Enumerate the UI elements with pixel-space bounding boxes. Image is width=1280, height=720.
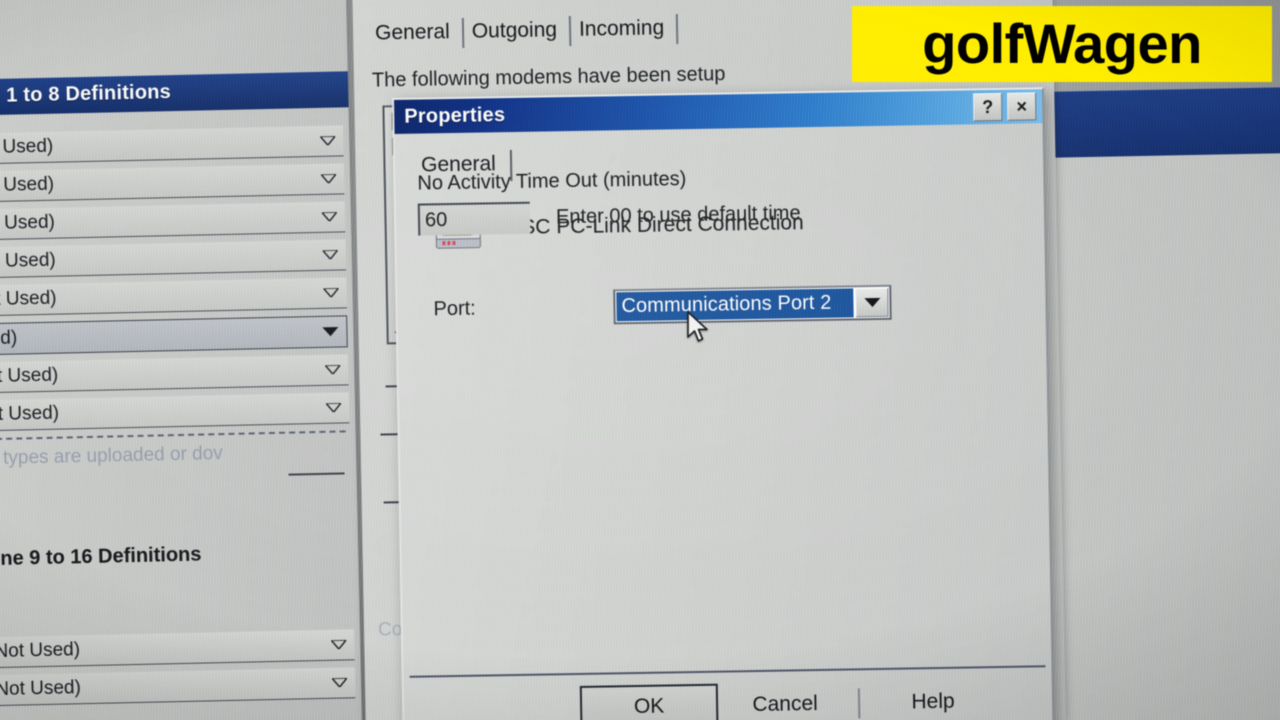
faded-com-label: Co <box>377 619 403 641</box>
chevron-down-icon[interactable] <box>855 287 889 318</box>
port-label: Port: <box>433 297 476 321</box>
chevron-down-icon[interactable] <box>325 364 341 375</box>
definition-row[interactable]: (Not Used) <box>0 201 346 241</box>
definition-label: (Not Used) <box>0 135 54 159</box>
help-button[interactable]: ? <box>973 92 1003 122</box>
chevron-down-icon[interactable] <box>322 327 339 337</box>
timeout-value: 60 <box>424 208 448 231</box>
chevron-down-icon[interactable] <box>332 677 348 688</box>
button-divider <box>857 688 861 719</box>
titlebar-buttons: ? × <box>973 92 1037 122</box>
chevron-down-icon[interactable] <box>331 639 347 650</box>
port-row: Port: Communications Port 2 <box>419 283 1023 328</box>
definition-row[interactable]: e (Not Used) <box>0 667 356 707</box>
dialog-body: DSC PC-Link Direct Connection Port: Comm… <box>396 168 1046 328</box>
timeout-input[interactable]: 60 <box>417 201 531 236</box>
timeout-block: No Activity Time Out (minutes) 60 Enter … <box>417 163 1004 236</box>
chevron-down-icon[interactable] <box>321 174 337 184</box>
chevron-down-icon[interactable] <box>321 212 338 222</box>
dialog-button-row: OK Cancel Help <box>404 671 1053 720</box>
close-button[interactable]: × <box>1006 92 1037 121</box>
upload-hint-text: one types are uploaded or dov <box>0 443 224 470</box>
dialog-title: Properties <box>404 103 506 128</box>
definition-label: (Not Used) <box>0 364 59 388</box>
cancel-button[interactable]: Cancel <box>718 683 853 720</box>
watermark-banner: golfWagen <box>852 6 1272 82</box>
background-right-panel <box>1036 152 1280 720</box>
timeout-hint: Enter 00 to use default time <box>555 201 801 228</box>
watermark-text: golfWagen <box>922 12 1202 75</box>
screen-capture: 1 to 8 Definitions (Not Used) (Not Used)… <box>0 0 1280 720</box>
definition-row[interactable]: (Not Used) <box>0 392 350 432</box>
dialog-titlebar[interactable]: Properties ? × <box>394 89 1043 134</box>
ok-button[interactable]: OK <box>579 683 719 720</box>
properties-dialog: Properties ? × General DSC PC-Link Direc… <box>392 87 1055 720</box>
port-select-value: Communications Port 2 <box>621 291 832 318</box>
help-button-bottom[interactable]: Help <box>866 681 1001 720</box>
definition-label: (Not Used) <box>0 402 60 426</box>
definition-label: Used) <box>0 327 18 350</box>
tab-incoming[interactable]: Incoming <box>570 14 679 47</box>
definition-row[interactable]: (Not Used) <box>0 163 345 203</box>
definition-label: (Not Used) <box>0 287 57 311</box>
chevron-down-icon[interactable] <box>326 402 342 413</box>
definition-row[interactable]: (Not Used) <box>0 354 349 394</box>
tab-outgoing[interactable]: Outgoing <box>463 15 572 49</box>
definition-label: e (Not Used) <box>0 639 81 663</box>
chevron-down-icon[interactable] <box>323 288 339 298</box>
definition-row[interactable]: (Not Used) <box>0 277 347 317</box>
definition-label: (Not Used) <box>0 211 56 235</box>
definition-row[interactable]: (Not Used) <box>0 125 344 165</box>
chevron-down-icon[interactable] <box>320 136 336 146</box>
tab-general[interactable]: General <box>366 17 465 50</box>
definition-row-selected[interactable]: Used) <box>0 315 348 356</box>
definition-row[interactable]: (Not Used) <box>0 239 347 279</box>
definitions-group-2-list: e (Not Used) e (Not Used) <box>0 611 361 707</box>
definitions-group-1-list: (Not Used) (Not Used) (Not Used) (Not Us… <box>0 107 357 483</box>
background-window-tabs: General Outgoing Incoming <box>366 14 679 50</box>
port-select[interactable]: Communications Port 2 <box>613 284 892 325</box>
chevron-down-icon[interactable] <box>322 250 338 260</box>
definition-label: e (Not Used) <box>0 677 82 701</box>
modems-setup-note: The following modems have been setup <box>371 63 726 92</box>
port-select-value-field[interactable]: Communications Port 2 <box>616 288 854 322</box>
definition-label: (Not Used) <box>0 249 56 273</box>
background-definitions-panel: 1 to 8 Definitions (Not Used) (Not Used)… <box>0 0 363 720</box>
definition-row[interactable]: e (Not Used) <box>0 629 355 669</box>
definition-label: (Not Used) <box>0 173 55 197</box>
